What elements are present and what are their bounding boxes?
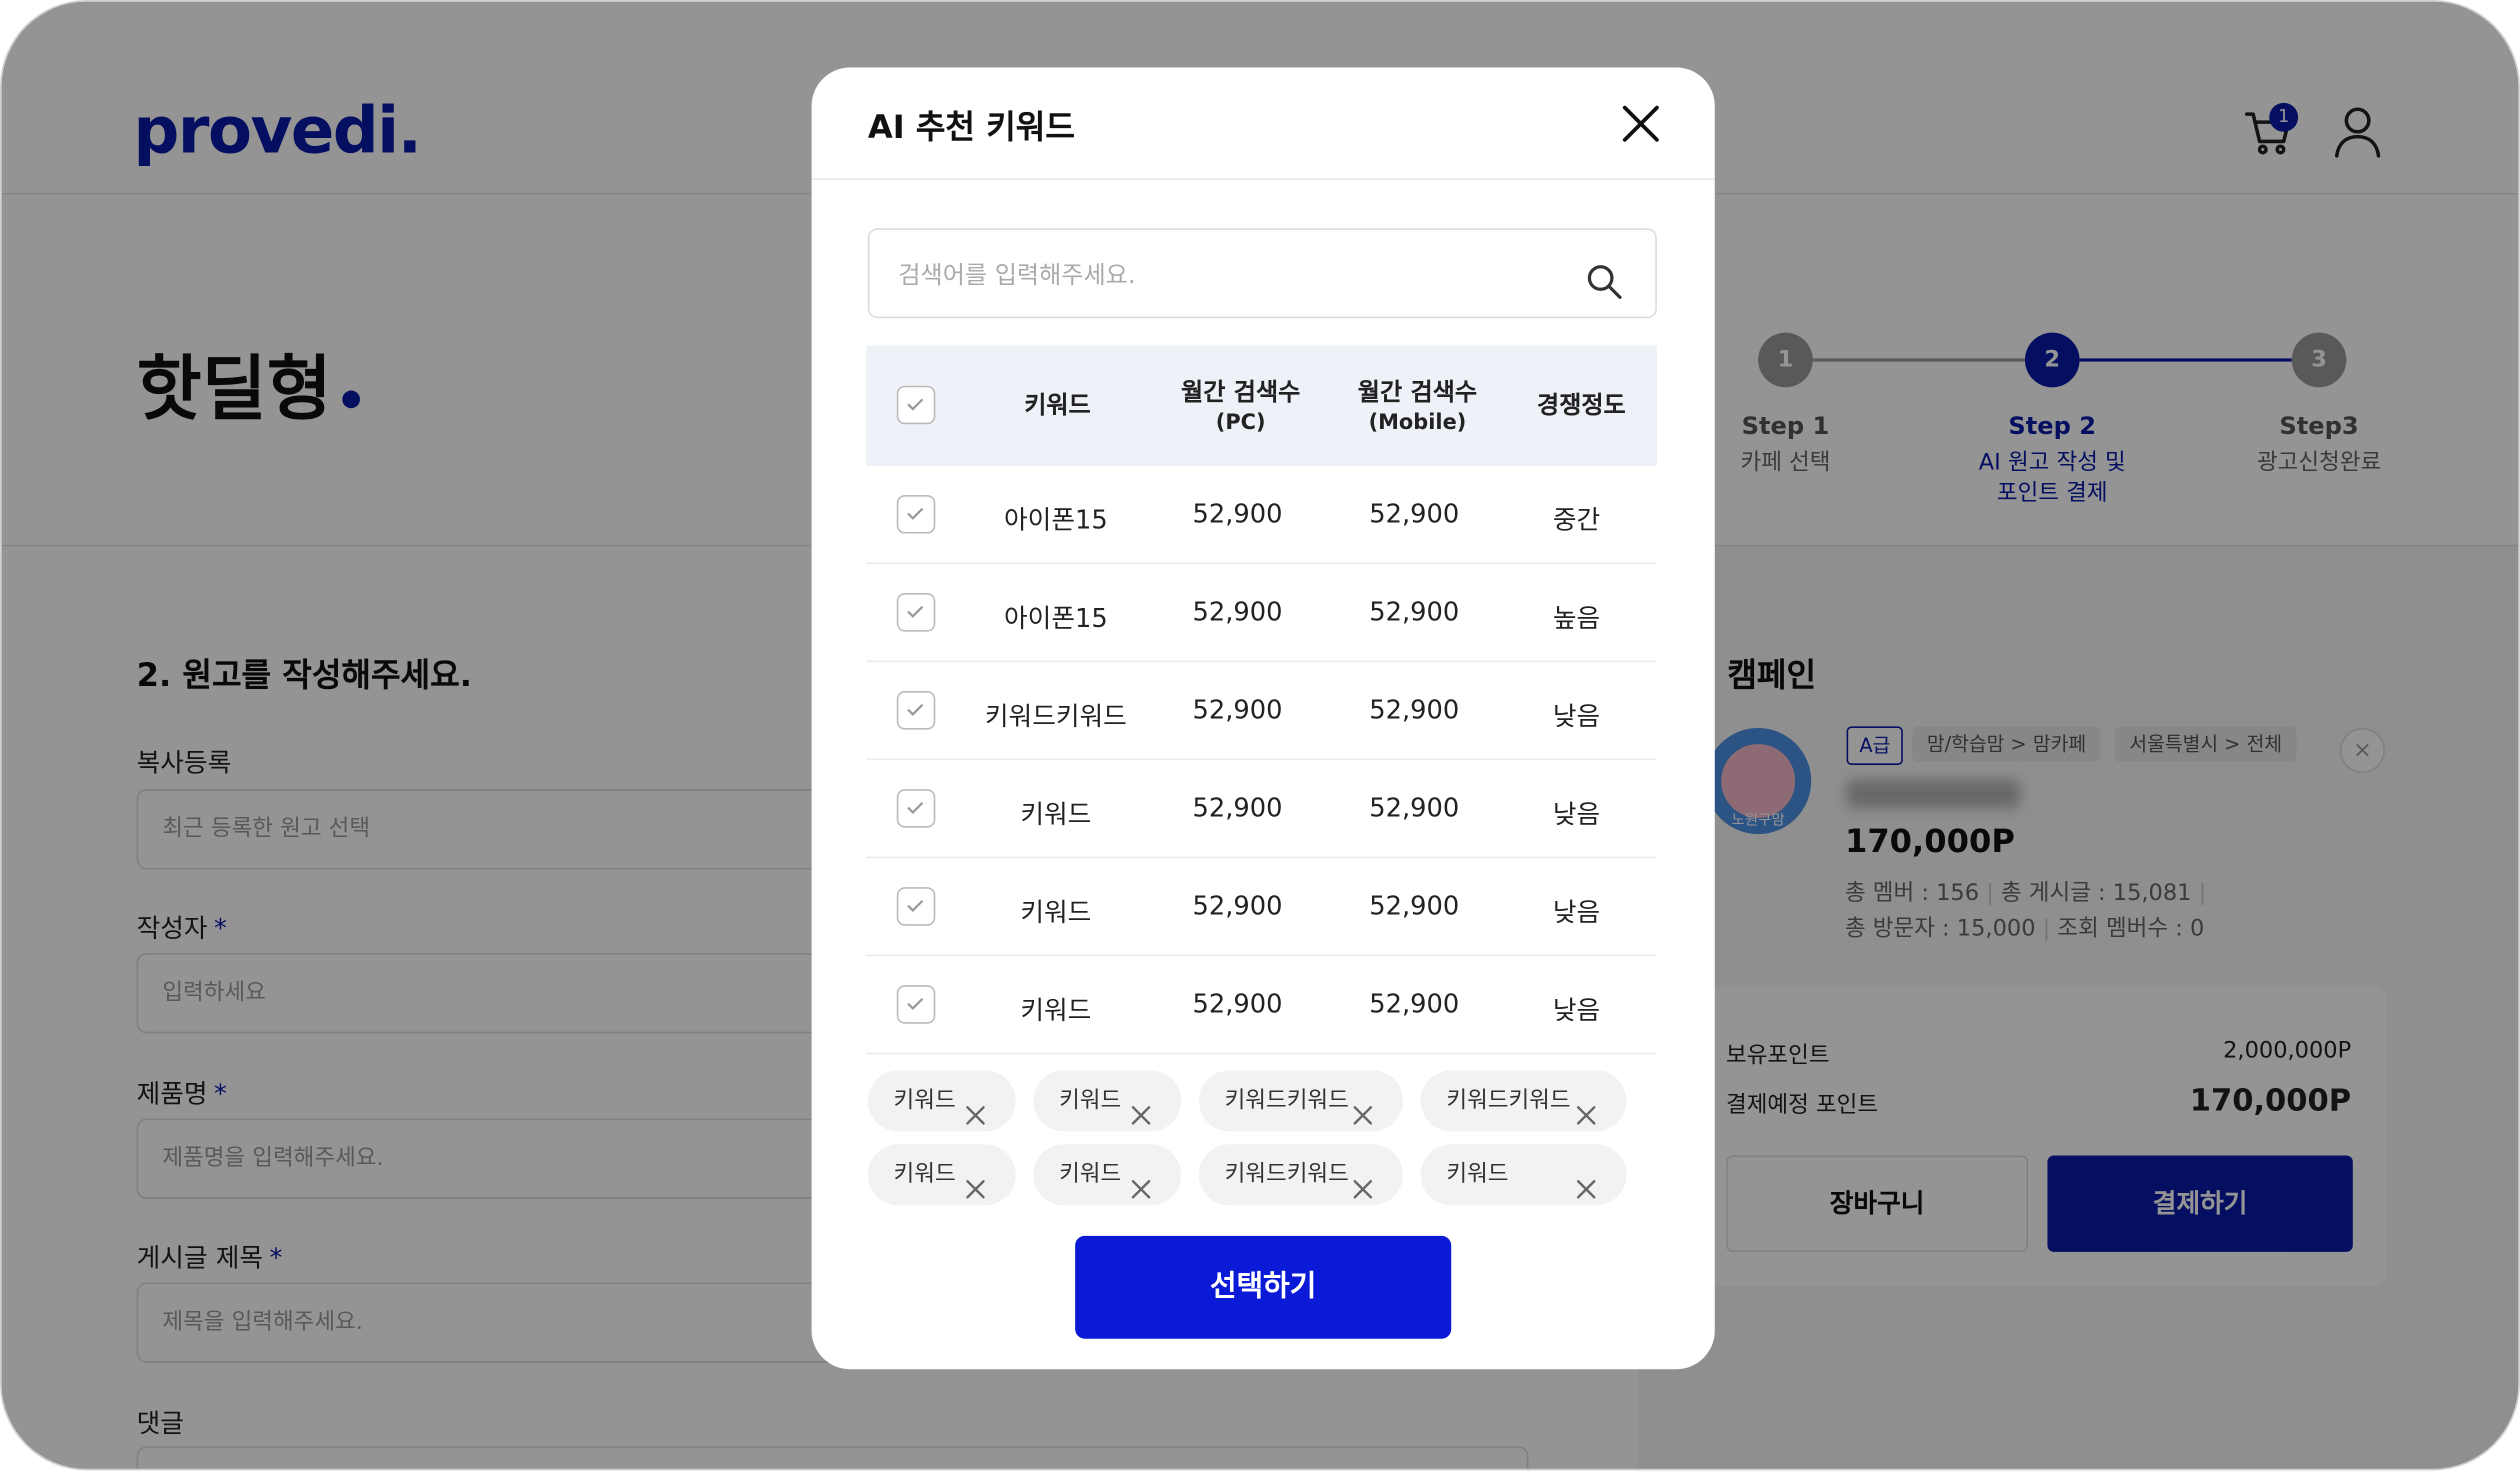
row-divider [866,856,1657,859]
row-divider [866,562,1657,565]
row-keyword: 키워드키워드 [984,700,1127,732]
row-pc-searches: 52,900 [1192,792,1283,823]
row-keyword: 키워드 [1020,896,1092,928]
row-pc-searches: 52,900 [1192,498,1283,529]
row-keyword: 아이폰15 [1004,602,1108,634]
keyword-chip: 키워드 [867,1144,1016,1206]
row-checkbox[interactable] [896,691,936,730]
keyword-search-input[interactable] [895,229,1577,320]
keyword-search [867,228,1657,320]
col-competition: 경쟁정도 [1537,390,1626,420]
row-keyword: 키워드 [1020,994,1092,1026]
row-pc-searches: 52,900 [1192,890,1283,921]
row-divider [866,954,1657,957]
close-icon[interactable] [1615,98,1666,149]
keyword-chip: 키워드 [867,1070,1016,1132]
keyword-chip: 키워드 [1033,1144,1182,1206]
row-competition: 낮음 [1552,994,1601,1026]
modal-header-divider [811,178,1715,180]
keyword-chip-label: 키워드키워드 [1224,1161,1349,1188]
row-competition: 높음 [1552,602,1601,634]
remove-chip-icon[interactable] [964,1164,986,1199]
keyword-chip-label: 키워드 [1059,1161,1122,1188]
remove-chip-icon[interactable] [1575,1164,1597,1199]
row-divider [866,758,1657,761]
col-mobile-searches: 월간 검색수 (Mobile) [1357,377,1478,436]
row-competition: 낮음 [1552,700,1601,732]
row-checkbox[interactable] [896,494,936,534]
keyword-chip-label: 키워드 [893,1161,956,1188]
browser-frame: provedi. 1 핫딜형 1 2 3 Step 1 카페 선택 Step 2… [0,0,2520,1471]
keyword-chip-label: 키워드키워드 [1446,1088,1571,1114]
row-keyword: 아이폰15 [1004,504,1108,536]
row-mobile-searches: 52,900 [1369,988,1460,1019]
row-mobile-searches: 52,900 [1369,596,1460,627]
keyword-chip-label: 키워드키워드 [1224,1088,1349,1114]
col-pc-searches: 월간 검색수 (PC) [1181,377,1301,436]
select-all-checkbox[interactable] [896,385,936,425]
remove-chip-icon[interactable] [1352,1090,1374,1125]
modal-title: AI 추천 키워드 [867,107,1075,147]
remove-chip-icon[interactable] [1130,1090,1152,1125]
search-icon[interactable] [1585,262,1624,301]
row-mobile-searches: 52,900 [1369,792,1460,823]
remove-chip-icon[interactable] [1130,1164,1152,1199]
row-checkbox[interactable] [896,887,936,926]
select-button[interactable]: 선택하기 [1075,1235,1452,1339]
row-checkbox[interactable] [896,789,936,828]
remove-chip-icon[interactable] [964,1090,986,1125]
row-pc-searches: 52,900 [1192,596,1283,627]
keyword-chip: 키워드키워드 [1198,1070,1403,1132]
row-mobile-searches: 52,900 [1369,890,1460,921]
remove-chip-icon[interactable] [1352,1164,1374,1199]
row-divider [866,660,1657,663]
col-keyword: 키워드 [1024,390,1091,420]
row-mobile-searches: 52,900 [1369,498,1460,529]
keyword-chip: 키워드키워드 [1420,1070,1627,1132]
row-competition: 중간 [1552,504,1601,536]
row-pc-searches: 52,900 [1192,694,1283,725]
keyword-chip-label: 키워드 [1059,1088,1122,1114]
row-keyword: 키워드 [1020,798,1092,830]
keyword-chip-label: 키워드 [893,1088,956,1114]
row-checkbox[interactable] [896,985,936,1024]
row-divider [866,1052,1657,1055]
keyword-chip: 키워드 [1420,1144,1627,1206]
row-competition: 낮음 [1552,896,1601,928]
row-mobile-searches: 52,900 [1369,694,1460,725]
keyword-chip-label: 키워드 [1446,1161,1509,1188]
row-pc-searches: 52,900 [1192,988,1283,1019]
row-competition: 낮음 [1552,798,1601,830]
remove-chip-icon[interactable] [1575,1090,1597,1125]
row-checkbox[interactable] [896,593,936,632]
keyword-chip: 키워드키워드 [1198,1144,1403,1206]
keyword-chip: 키워드 [1033,1070,1182,1132]
